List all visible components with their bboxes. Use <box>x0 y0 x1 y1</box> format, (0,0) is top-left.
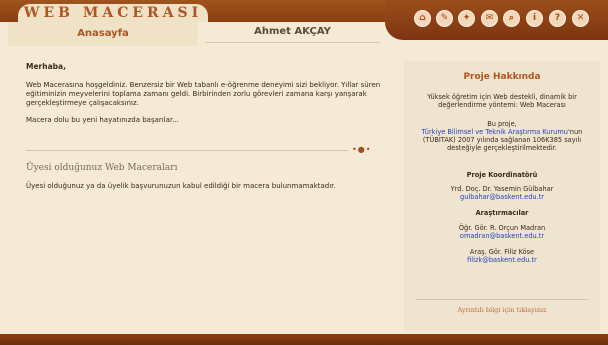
icon-toolbar: ⌂ ✎ ✦ ✉ ⌕ i ? ✕ <box>385 0 608 40</box>
user-name: Ahmet AKÇAY <box>254 26 331 37</box>
site-logo[interactable]: WEB MACERASI <box>18 4 208 22</box>
close-icon[interactable]: ✕ <box>572 10 589 27</box>
wish-text: Macera dolu bu yeni hayatınızda başarıla… <box>26 116 179 124</box>
more-info-link[interactable]: Ayrıntılı bilgi için tıklayınız <box>404 306 600 314</box>
researcher2-email[interactable]: filizk@baskent.edu.tr <box>412 256 592 264</box>
divider-ornament: •●• <box>352 145 372 154</box>
project-sidebar: Proje Hakkında Yüksek öğretim için Web d… <box>404 61 600 331</box>
sidebar-divider <box>416 299 588 300</box>
intro-text: Web Macerasına hoşgeldiniz. Benzersiz bi… <box>26 81 381 107</box>
help-icon[interactable]: ? <box>549 10 566 27</box>
search-icon[interactable]: ⌕ <box>503 10 520 27</box>
researcher1-name: Öğr. Gör. R. Orçun Madran <box>458 224 546 232</box>
section-text: Üyesi olduğunuz ya da üyelik başvurunuzu… <box>26 182 336 190</box>
home-icon[interactable]: ⌂ <box>414 10 431 27</box>
researcher1-email[interactable]: omadran@baskent.edu.tr <box>412 232 592 240</box>
mail-icon[interactable]: ✉ <box>481 10 498 27</box>
tab-home[interactable]: Anasayfa <box>8 22 198 46</box>
about-text: Yüksek öğretim için Web destekli, dinami… <box>427 93 577 109</box>
researcher2-name: Araş. Gör. Filiz Köse <box>469 248 535 256</box>
coordinator-heading: Proje Koordinatörü <box>466 171 538 179</box>
footer-bar <box>0 334 608 345</box>
content-divider <box>26 150 348 151</box>
tools-icon[interactable]: ✦ <box>458 10 475 27</box>
user-name-underline <box>205 42 380 43</box>
coordinator-email[interactable]: gulbahar@baskent.edu.tr <box>412 193 592 201</box>
project-support: Bu proje, Türkiye Bilimsel ve Teknik Ara… <box>412 120 592 152</box>
header: WEB MACERASI Anasayfa Ahmet AKÇAY ⌂ ✎ ✦ … <box>0 0 608 46</box>
coordinator-name: Yrd. Doç. Dr. Yasemin Gülbahar <box>450 185 554 193</box>
section-title: Üyesi olduğunuz Web Maceraları <box>26 163 178 173</box>
main-content: Merhaba, Web Macerasına hoşgeldiniz. Ben… <box>26 62 390 133</box>
sidebar-title: Proje Hakkında <box>463 72 541 82</box>
info-icon[interactable]: i <box>526 10 543 27</box>
researchers-heading: Araştırmacılar <box>475 209 529 217</box>
edit-icon[interactable]: ✎ <box>436 10 453 27</box>
tubitak-link[interactable]: Türkiye Bilimsel ve Teknik Araştırma Kur… <box>422 128 568 136</box>
project-prefix: Bu proje, <box>487 120 517 128</box>
greeting: Merhaba, <box>26 62 66 71</box>
